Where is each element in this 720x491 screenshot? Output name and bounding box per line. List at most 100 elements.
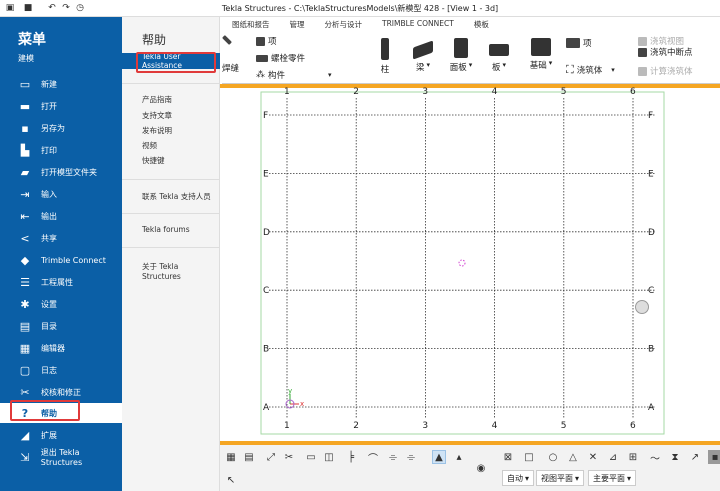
- beam-button[interactable]: 梁 ▾: [406, 38, 440, 73]
- foundation-dropdown-icon[interactable]: ▾: [549, 59, 553, 71]
- extensions-icon: ◢: [20, 428, 30, 442]
- select-part-icon[interactable]: ⤢: [264, 450, 278, 464]
- select-point-icon[interactable]: ▴: [452, 450, 466, 464]
- contact-support-link[interactable]: 联系 Tekla 支持人员: [142, 191, 211, 202]
- select-weld-icon[interactable]: ⌒: [366, 450, 380, 465]
- weld-label-button[interactable]: 焊缝: [222, 62, 239, 74]
- slab-button[interactable]: 板 ▾: [482, 38, 516, 73]
- svg-text:x: x: [300, 400, 304, 408]
- beam-dropdown-icon[interactable]: ▾: [427, 61, 431, 73]
- highlight-box-help: [10, 400, 80, 421]
- divider: [122, 213, 220, 214]
- snap-nearest-icon[interactable]: ⧗: [668, 450, 682, 464]
- snap-extension-icon[interactable]: ↗: [688, 450, 702, 464]
- sidebar-item-editor[interactable]: ▦ 编辑器: [0, 338, 122, 358]
- tab-templates[interactable]: 模板: [464, 18, 499, 32]
- select-rebar-set-icon[interactable]: ⌯: [404, 450, 418, 464]
- about-link[interactable]: 关于 Tekla Structures: [142, 261, 219, 281]
- snap-curve-icon[interactable]: 〜: [648, 450, 662, 465]
- weld-button[interactable]: [222, 35, 232, 45]
- pour-object-button[interactable]: ⛶ 浇筑体 ▾: [566, 63, 615, 77]
- pour-item-label: 项: [583, 39, 592, 49]
- pour-break-button[interactable]: 浇筑中断点: [638, 46, 693, 58]
- sidebar-item-save-as[interactable]: ▪ 另存为: [0, 118, 122, 138]
- view-boundary: [260, 91, 665, 435]
- sidebar-item-print[interactable]: ▙ 打印: [0, 140, 122, 160]
- settings-icon: ✱: [20, 297, 30, 311]
- snap-any-icon[interactable]: ▪: [708, 450, 720, 464]
- pour-item-button[interactable]: 项: [566, 37, 592, 49]
- sidebar-item-new[interactable]: ▭ 新建: [0, 74, 122, 94]
- panel-label: 面板: [449, 63, 467, 73]
- sidebar-item-open[interactable]: ▬ 打开: [0, 96, 122, 116]
- trimble-connect-icon: ◆: [20, 253, 30, 267]
- sidebar-item-log[interactable]: ▢ 日志: [0, 360, 122, 380]
- release-notes-link[interactable]: 发布说明: [142, 125, 172, 136]
- grid-select-icon[interactable]: ▤: [242, 450, 256, 464]
- divider: [122, 179, 220, 180]
- model-view-3d[interactable]: 1 1 2 2 3 3 4 4 5 5 6 6 F F E E D D C C B B A A x y: [220, 84, 720, 441]
- videos-link[interactable]: 视频: [142, 140, 157, 151]
- snap-center-icon[interactable]: ○: [546, 450, 560, 464]
- panel-dropdown-icon[interactable]: ▾: [469, 61, 473, 73]
- snap-reference-icon[interactable]: ⊠: [501, 450, 515, 464]
- sidebar-item-settings[interactable]: ✱ 设置: [0, 294, 122, 314]
- sidebar-item-export[interactable]: ⇤ 输出: [0, 206, 122, 226]
- grid-svg: 1 1 2 2 3 3 4 4 5 5 6 6 F F E E D D C C B B A A x y: [260, 87, 665, 435]
- sidebar-item-exit[interactable]: ⇲ 退出 Tekla Structures: [0, 447, 122, 467]
- item-button[interactable]: 项: [256, 35, 277, 47]
- select-assembly-icon[interactable]: ◫: [322, 450, 336, 464]
- support-articles-link[interactable]: 支持文章: [142, 110, 172, 121]
- plane-dropdown[interactable]: 视图平面 ▾: [536, 470, 585, 486]
- cut-icon[interactable]: ✂: [282, 450, 296, 464]
- sidebar-item-label: 退出 Tekla Structures: [40, 448, 83, 467]
- snap-perpendicular-icon[interactable]: ⊿: [606, 450, 620, 464]
- panel-button[interactable]: 面板 ▾: [444, 38, 478, 73]
- snap-intersection-icon[interactable]: △: [566, 450, 580, 464]
- tab-drawings-reports[interactable]: 图纸和报告: [222, 18, 280, 32]
- chevron-down-icon: ▾: [575, 473, 580, 483]
- select-arrow-icon[interactable]: ↖: [224, 473, 238, 487]
- component-button[interactable]: ⁂ 构件 ▾: [256, 69, 332, 81]
- select-surface-icon[interactable]: ▲: [432, 450, 446, 464]
- grid-label-column-bottom: 2: [353, 421, 359, 431]
- column-label: 柱: [380, 65, 390, 75]
- tab-trimble-connect[interactable]: TRIMBLE CONNECT: [372, 18, 464, 32]
- shortcuts-link[interactable]: 快捷键: [142, 155, 165, 166]
- sidebar-item-open-model-folder[interactable]: ▰ 打开模型文件夹: [0, 162, 122, 182]
- sidebar-item-extensions[interactable]: ◢ 扩展: [0, 425, 122, 445]
- navigation-orbit-icon[interactable]: [635, 300, 649, 314]
- sidebar-item-project-properties[interactable]: ☰ 工程属性: [0, 272, 122, 292]
- main-plane-dropdown[interactable]: 主要平面 ▾: [588, 470, 637, 486]
- tab-manage[interactable]: 管理: [280, 18, 315, 32]
- import-icon: ⇥: [20, 187, 30, 201]
- snap-geometry-icon[interactable]: □: [522, 450, 536, 464]
- column-button[interactable]: 柱: [368, 38, 402, 75]
- sidebar-item-check-fix[interactable]: ✂ 校核和修正: [0, 382, 122, 402]
- product-guides-link[interactable]: 产品指南: [142, 94, 172, 105]
- save-as-icon: ▪: [21, 121, 29, 135]
- snap-cross-icon[interactable]: ✕: [586, 450, 600, 464]
- calc-pour-button[interactable]: 计算浇筑体: [638, 65, 693, 77]
- grid-snap-icon[interactable]: ▦: [224, 450, 238, 464]
- tab-analysis-design[interactable]: 分析与设计: [315, 18, 373, 32]
- grid-label-column-top: 4: [492, 87, 498, 97]
- pivot-point-icon: [458, 259, 466, 267]
- select-rebar-icon[interactable]: ⌯: [386, 450, 400, 464]
- foundation-button[interactable]: 基础 ▾: [524, 38, 558, 71]
- snap-mode-dropdown[interactable]: 自动 ▾: [502, 470, 535, 486]
- tekla-forums-link[interactable]: Tekla forums: [142, 225, 190, 234]
- sidebar-item-catalog[interactable]: ▤ 目录: [0, 316, 122, 336]
- sidebar-item-label: 输出: [41, 211, 57, 221]
- bolt-button[interactable]: 螺栓零件: [256, 52, 305, 64]
- select-bolt-icon[interactable]: ╞: [344, 450, 358, 464]
- chevron-down-icon[interactable]: ▾: [328, 71, 332, 79]
- sidebar-item-share[interactable]: < 共享: [0, 228, 122, 248]
- sidebar-item-trimble-connect[interactable]: ◆ Trimble Connect: [0, 250, 122, 270]
- pour-dropdown-icon[interactable]: ▾: [611, 66, 615, 74]
- visibility-eye-icon[interactable]: ◉: [474, 461, 488, 475]
- snap-line-icon[interactable]: ⊞: [626, 450, 640, 464]
- slab-dropdown-icon[interactable]: ▾: [503, 61, 507, 73]
- select-component-icon[interactable]: ▭: [304, 450, 318, 464]
- sidebar-item-import[interactable]: ⇥ 输入: [0, 184, 122, 204]
